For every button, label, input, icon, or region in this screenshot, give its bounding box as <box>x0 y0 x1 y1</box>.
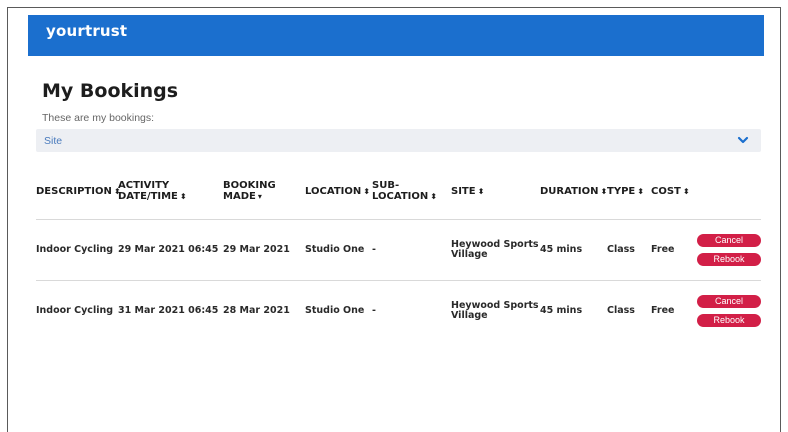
header-location[interactable]: LOCATION ⬍ <box>305 186 370 197</box>
cancel-button[interactable]: Cancel <box>697 295 761 308</box>
header-activity-datetime[interactable]: ACTIVITY DATE/TIME ⬍ <box>118 180 187 202</box>
site-filter-dropdown[interactable]: Site <box>36 129 761 152</box>
sort-icon: ⬍ <box>179 192 187 201</box>
table-divider <box>36 219 761 220</box>
sort-icon: ⬍ <box>430 192 437 201</box>
cell-location: Studio One <box>305 305 365 316</box>
cell-description: Indoor Cycling <box>36 244 114 255</box>
cell-booking-made: 28 Mar 2021 <box>223 305 290 316</box>
cell-booking-made: 29 Mar 2021 <box>223 244 290 255</box>
header-type[interactable]: TYPE ⬍ <box>607 186 644 197</box>
cell-duration: 45 mins <box>540 305 583 316</box>
sort-icon: ⬍ <box>363 187 370 196</box>
header-site[interactable]: SITE ⬍ <box>451 186 484 197</box>
cell-sublocation: - <box>372 244 376 255</box>
chevron-down-icon <box>737 136 749 144</box>
cell-activity-datetime: 31 Mar 2021 06:45 <box>118 305 219 316</box>
header-duration[interactable]: DURATION ⬍ <box>540 186 607 197</box>
rebook-button[interactable]: Rebook <box>697 314 761 327</box>
sort-icon: ⬍ <box>477 187 485 196</box>
cell-description: Indoor Cycling <box>36 305 114 316</box>
cancel-button[interactable]: Cancel <box>697 234 761 247</box>
cell-location: Studio One <box>305 244 365 255</box>
sort-desc-icon: ▾ <box>257 192 262 201</box>
header-description[interactable]: DESCRIPTION ⬍ <box>36 186 121 197</box>
cell-site: Heywood Sports Village <box>451 239 539 260</box>
sort-icon: ⬍ <box>682 187 690 196</box>
page-title: My Bookings <box>42 80 179 102</box>
cell-cost: Free <box>651 244 675 255</box>
cell-type: Class <box>607 305 635 316</box>
table-divider <box>36 280 761 281</box>
cell-duration: 45 mins <box>540 244 583 255</box>
page-subtitle: These are my bookings: <box>42 112 155 124</box>
yourtrust-logo[interactable]: yourtrust <box>46 22 127 40</box>
cell-type: Class <box>607 244 635 255</box>
cell-site: Heywood Sports Village <box>451 300 539 321</box>
header-cost[interactable]: COST ⬍ <box>651 186 690 197</box>
site-filter-label: Site <box>44 135 63 147</box>
top-navigation-bar: yourtrust <box>28 15 764 56</box>
cell-sublocation: - <box>372 305 376 316</box>
header-sublocation[interactable]: SUB- LOCATION ⬍ <box>372 180 437 202</box>
rebook-button[interactable]: Rebook <box>697 253 761 266</box>
sort-icon: ⬍ <box>637 187 644 196</box>
cell-activity-datetime: 29 Mar 2021 06:45 <box>118 244 219 255</box>
header-booking-made[interactable]: BOOKING MADE ▾ <box>223 180 276 202</box>
cell-cost: Free <box>651 305 675 316</box>
